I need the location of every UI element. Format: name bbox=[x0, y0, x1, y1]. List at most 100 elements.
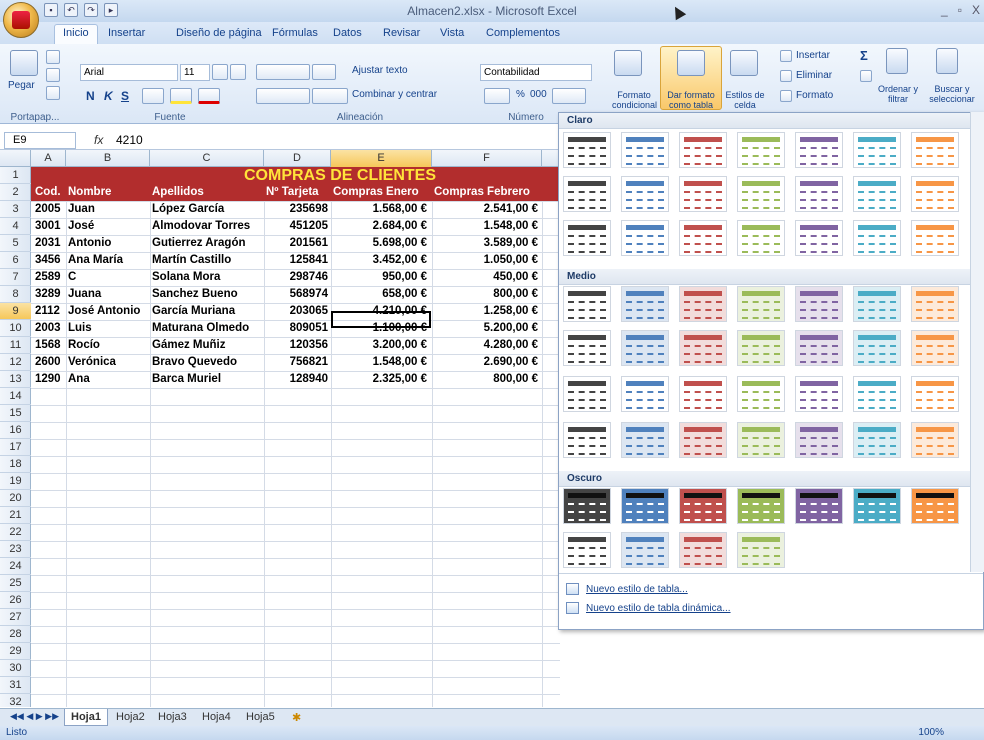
row-header[interactable]: 14 bbox=[0, 388, 31, 405]
cell-cod[interactable]: 2589 bbox=[35, 269, 65, 286]
row-header[interactable]: 3 bbox=[0, 201, 31, 218]
cell-nombre[interactable]: José Antonio bbox=[68, 303, 150, 320]
cell-tarjeta[interactable]: 809051 bbox=[264, 320, 328, 337]
sheet-title[interactable]: COMPRAS DE CLIENTES bbox=[150, 168, 530, 184]
merge-center-button[interactable]: Combinar y centrar bbox=[352, 89, 437, 100]
cell-cod[interactable]: 2031 bbox=[35, 235, 65, 252]
tab-insertar[interactable]: Insertar bbox=[108, 27, 145, 39]
indent-icons[interactable] bbox=[312, 88, 348, 104]
autosum-icon[interactable]: Σ bbox=[860, 48, 868, 63]
grow-font-icon[interactable] bbox=[212, 64, 228, 80]
sheet-tab-hoja1[interactable]: Hoja1 bbox=[64, 709, 108, 726]
sort-filter-button[interactable]: Ordenar y filtrar bbox=[870, 84, 926, 104]
find-select-button[interactable]: Buscar y seleccionar bbox=[924, 84, 980, 104]
sheet-tab-hoja3[interactable]: Hoja3 bbox=[152, 709, 193, 726]
cell-tarjeta[interactable]: 128940 bbox=[264, 371, 328, 388]
column-header-e[interactable]: E bbox=[331, 150, 432, 167]
cell-compras-febrero[interactable]: 2.541,00 € bbox=[432, 201, 538, 218]
row-header[interactable]: 13 bbox=[0, 371, 31, 388]
table-style-swatch[interactable] bbox=[737, 330, 785, 366]
horizontal-align-icons[interactable] bbox=[256, 88, 310, 104]
cell-compras-febrero[interactable]: 1.258,00 € bbox=[432, 303, 538, 320]
table-style-swatch[interactable] bbox=[853, 422, 901, 458]
table-style-swatch[interactable] bbox=[853, 376, 901, 412]
shrink-font-icon[interactable] bbox=[230, 64, 246, 80]
table-style-swatch[interactable] bbox=[911, 376, 959, 412]
row-header[interactable]: 1 bbox=[0, 167, 31, 184]
table-style-swatch[interactable] bbox=[621, 532, 669, 568]
row-header[interactable]: 27 bbox=[0, 609, 31, 626]
row-header[interactable]: 30 bbox=[0, 660, 31, 677]
table-style-swatch[interactable] bbox=[563, 176, 611, 212]
row-header[interactable]: 21 bbox=[0, 507, 31, 524]
font-name-select[interactable]: Arial bbox=[80, 64, 178, 81]
cell-tarjeta[interactable]: 235698 bbox=[264, 201, 328, 218]
table-style-swatch[interactable] bbox=[795, 176, 843, 212]
table-style-swatch[interactable] bbox=[563, 488, 611, 524]
row-header[interactable]: 16 bbox=[0, 422, 31, 439]
cell-compras-enero[interactable]: 950,00 € bbox=[331, 269, 427, 286]
cut-icon[interactable] bbox=[46, 50, 60, 64]
table-style-swatch[interactable] bbox=[911, 176, 959, 212]
table-style-swatch[interactable] bbox=[795, 220, 843, 256]
sheet-tab-hoja2[interactable]: Hoja2 bbox=[110, 709, 151, 726]
table-style-swatch[interactable] bbox=[737, 488, 785, 524]
row-header[interactable]: 26 bbox=[0, 592, 31, 609]
table-style-swatch[interactable] bbox=[679, 132, 727, 168]
table-style-swatch[interactable] bbox=[621, 330, 669, 366]
row-header[interactable]: 6 bbox=[0, 252, 31, 269]
cell-cod[interactable]: 2003 bbox=[35, 320, 65, 337]
cell-cod[interactable]: 1568 bbox=[35, 337, 65, 354]
table-style-swatch[interactable] bbox=[679, 286, 727, 322]
cell-apellidos[interactable]: Bravo Quevedo bbox=[152, 354, 264, 371]
cell-styles-icon[interactable] bbox=[730, 50, 758, 76]
table-style-swatch[interactable] bbox=[563, 532, 611, 568]
tab-diseno-pagina[interactable]: Diseño de página bbox=[176, 27, 262, 39]
cell-apellidos[interactable]: Gutierrez Aragón bbox=[152, 235, 264, 252]
cell-apellidos[interactable]: López García bbox=[152, 201, 264, 218]
cell-nombre[interactable]: Antonio bbox=[68, 235, 150, 252]
cell-cod[interactable]: 2005 bbox=[35, 201, 65, 218]
table-style-swatch[interactable] bbox=[679, 488, 727, 524]
row-header[interactable]: 2 bbox=[0, 184, 31, 201]
table-style-swatch[interactable] bbox=[853, 220, 901, 256]
cell-compras-enero[interactable]: 2.684,00 € bbox=[331, 218, 427, 235]
format-as-table-button[interactable]: Dar formato como tabla bbox=[662, 90, 720, 110]
cell-compras-febrero[interactable]: 1.050,00 € bbox=[432, 252, 538, 269]
table-style-swatch[interactable] bbox=[621, 422, 669, 458]
cell-apellidos[interactable]: García Muriana bbox=[152, 303, 264, 320]
cell-tarjeta[interactable]: 298746 bbox=[264, 269, 328, 286]
column-header-f[interactable]: F bbox=[432, 150, 542, 167]
cell-cod[interactable]: 1290 bbox=[35, 371, 65, 388]
table-style-swatch[interactable] bbox=[737, 422, 785, 458]
format-painter-icon[interactable] bbox=[46, 86, 60, 100]
underline-button[interactable]: S bbox=[121, 89, 129, 103]
insert-button[interactable]: Insertar bbox=[796, 50, 830, 61]
cell-nombre[interactable]: Verónica bbox=[68, 354, 150, 371]
table-style-swatch[interactable] bbox=[679, 220, 727, 256]
currency-icon[interactable] bbox=[484, 88, 510, 104]
format-button[interactable]: Formato bbox=[796, 90, 833, 101]
header-compras-enero[interactable]: Compras Enero bbox=[333, 186, 419, 198]
sheet-tab-hoja4[interactable]: Hoja4 bbox=[196, 709, 237, 726]
table-style-swatch[interactable] bbox=[563, 286, 611, 322]
row-header[interactable]: 11 bbox=[0, 337, 31, 354]
row-header[interactable]: 4 bbox=[0, 218, 31, 235]
table-style-swatch[interactable] bbox=[737, 220, 785, 256]
tab-datos[interactable]: Datos bbox=[333, 27, 362, 39]
tab-inicio[interactable]: Inicio bbox=[54, 24, 98, 44]
row-header[interactable]: 23 bbox=[0, 541, 31, 558]
table-style-swatch[interactable] bbox=[679, 176, 727, 212]
table-style-swatch[interactable] bbox=[911, 422, 959, 458]
cell-compras-febrero[interactable]: 4.280,00 € bbox=[432, 337, 538, 354]
cell-cod[interactable]: 2112 bbox=[35, 303, 65, 320]
table-style-swatch[interactable] bbox=[737, 532, 785, 568]
table-style-swatch[interactable] bbox=[795, 488, 843, 524]
thousands-button[interactable]: 000 bbox=[530, 89, 547, 100]
cell-tarjeta[interactable]: 125841 bbox=[264, 252, 328, 269]
paste-button[interactable]: Pegar bbox=[8, 80, 35, 91]
cell-cod[interactable]: 3001 bbox=[35, 218, 65, 235]
cell-nombre[interactable]: Rocío bbox=[68, 337, 150, 354]
format-as-table-icon[interactable] bbox=[677, 50, 705, 76]
sort-filter-icon[interactable] bbox=[886, 48, 908, 74]
